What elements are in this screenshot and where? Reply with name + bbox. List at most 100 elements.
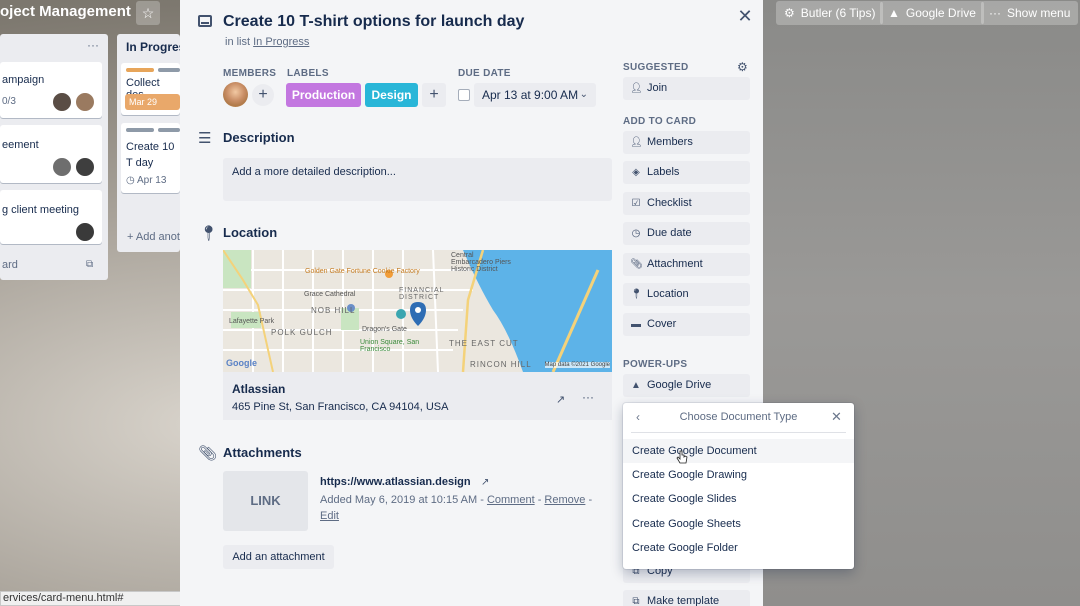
suggested-label: SUGGESTED <box>623 62 689 73</box>
map-label: THE EAST CUT <box>449 339 519 348</box>
add-attachment-button[interactable]: Add an attachment <box>223 545 334 569</box>
list-card[interactable]: Create 10 T day ◷ Apr 13 <box>121 123 180 193</box>
labels-button[interactable]: ◈ Labels <box>623 161 750 184</box>
add-member-button[interactable]: + <box>252 84 274 106</box>
popover-divider <box>631 432 846 433</box>
show-menu-button[interactable]: ··· Show menu <box>981 1 1079 25</box>
list-card-title: g client meeting <box>2 204 80 216</box>
location-pin-icon: 📍︎ <box>199 225 219 242</box>
google-drive-button[interactable]: ▲ Google Drive <box>623 374 750 397</box>
attachment-remove-link[interactable]: Remove <box>544 494 585 506</box>
avatar <box>75 222 95 242</box>
attachment-comment-link[interactable]: Comment <box>487 494 535 506</box>
attachment-url[interactable]: https://www.atlassian.design <box>320 476 471 488</box>
create-google-sheets-item[interactable]: Create Google Sheets <box>623 512 854 536</box>
more-icon: ··· <box>989 6 1001 20</box>
join-label: Join <box>647 82 668 94</box>
location-map[interactable]: Golden Gate Fortune Cookie Factory Grace… <box>223 250 612 372</box>
person-icon: 👤︎ <box>630 137 643 148</box>
make-template-button[interactable]: ⧉ Make template <box>623 590 750 606</box>
card-label <box>158 128 180 132</box>
paperclip-icon: 📎︎ <box>198 445 218 462</box>
join-button[interactable]: 👤︎ Join <box>623 77 750 100</box>
card-title[interactable]: Create 10 T-shirt options for launch day <box>223 13 524 31</box>
map-label: Grace Cathedral <box>304 291 356 298</box>
template-icon[interactable]: ⧉ <box>86 259 93 270</box>
google-logo: Google <box>226 358 257 368</box>
list-card[interactable]: ampaign 0/3 <box>0 62 102 118</box>
board-title[interactable]: oject Management <box>0 3 131 20</box>
list-card[interactable]: Collect des Mar 29 <box>121 63 180 115</box>
gear-icon[interactable]: ⚙ <box>737 60 748 74</box>
star-icon[interactable]: ☆ <box>136 1 160 25</box>
tag-icon: ◈ <box>632 167 640 178</box>
avatar <box>75 157 95 177</box>
checklist-badge: 0/3 <box>2 96 16 107</box>
location-name: Atlassian <box>232 382 286 396</box>
list-card-title: ampaign <box>2 74 45 86</box>
list-card[interactable]: eement <box>0 125 102 183</box>
popover-title: Choose Document Type <box>679 411 798 423</box>
create-google-drawing-item[interactable]: Create Google Drawing <box>623 463 854 487</box>
location-address: 465 Pine St, San Francisco, CA 94104, US… <box>232 401 449 413</box>
create-google-slides-item[interactable]: Create Google Slides <box>623 487 854 511</box>
attachments-title: Attachments <box>223 445 302 460</box>
google-drive-header-button[interactable]: ▲ Google Drive <box>880 1 984 25</box>
due-complete-checkbox[interactable] <box>458 89 470 101</box>
list-card-title: Create 10 T day <box>126 141 175 169</box>
more-icon[interactable]: ··· <box>582 390 594 404</box>
members-label: MEMBERS <box>223 68 277 79</box>
add-card-link[interactable]: + Add anot <box>127 231 180 243</box>
attachment-button[interactable]: 📎︎ Attachment <box>623 253 750 276</box>
map-label: POLK GULCH <box>271 328 333 337</box>
location-button-label: Location <box>647 288 689 300</box>
map-label: Golden Gate Fortune Cookie Factory <box>305 268 420 275</box>
attachment-thumbnail[interactable]: LINK <box>223 471 308 531</box>
map-label: NOB HILL <box>311 306 356 315</box>
list-card[interactable]: g client meeting <box>0 190 102 244</box>
make-template-label: Make template <box>647 595 720 606</box>
location-button[interactable]: 📍︎ Location <box>623 283 750 306</box>
due-date-button[interactable]: Apr 13 at 9:00 AM ⌄ <box>474 83 596 107</box>
add-to-card-label: ADD TO CARD <box>623 116 697 127</box>
labels-label: LABELS <box>287 68 329 79</box>
hand-cursor-icon <box>676 450 688 464</box>
add-label-button[interactable]: + <box>422 83 446 107</box>
google-drive-icon: ▲ <box>631 380 641 391</box>
butler-icon: ⚙ <box>784 6 795 20</box>
list-menu-icon[interactable]: ··· <box>87 38 99 52</box>
butler-button[interactable]: ⚙ Butler (6 Tips) <box>776 1 884 25</box>
in-list-prefix: in list <box>225 36 254 48</box>
map-label: Lafayette Park <box>229 318 275 325</box>
external-link-icon[interactable]: ↗ <box>556 393 565 406</box>
google-drive-label: Google Drive <box>647 379 712 391</box>
create-google-document-item[interactable]: Create Google Document <box>623 439 854 463</box>
chevron-down-icon: ⌄ <box>579 89 588 100</box>
due-badge: Mar 29 <box>125 94 180 110</box>
description-input[interactable]: Add a more detailed description... <box>223 158 612 201</box>
label-design[interactable]: Design <box>365 83 418 107</box>
due-date-badge: ◷ Apr 13 <box>126 175 166 186</box>
label-production[interactable]: Production <box>286 83 361 107</box>
external-link-icon[interactable]: ↗ <box>481 477 489 488</box>
cover-button-label: Cover <box>647 318 677 330</box>
due-date-label: DUE DATE <box>458 68 511 79</box>
cover-button[interactable]: ▬ Cover <box>623 313 750 336</box>
card-list-info: in list In Progress <box>225 36 309 48</box>
members-button[interactable]: 👤︎ Members <box>623 131 750 154</box>
create-google-folder-item[interactable]: Create Google Folder <box>623 536 854 560</box>
attachment-edit-link[interactable]: Edit <box>320 510 339 522</box>
card-label <box>126 128 154 132</box>
list-footer[interactable]: ard <box>2 259 18 271</box>
member-avatar[interactable] <box>223 82 248 107</box>
checklist-button[interactable]: ☑ Checklist <box>623 192 750 215</box>
due-date-text: Apr 13 <box>136 175 167 186</box>
due-date-sidebar-button[interactable]: ◷ Due date <box>623 222 750 245</box>
map-credit: Map data ©2021 Google <box>544 362 610 368</box>
close-icon[interactable]: ✕ <box>736 7 754 25</box>
attachment-meta: Added May 6, 2019 at 10:15 AM - Comment … <box>320 494 593 522</box>
map-label: Central Embarcadero Piers Historic Distr… <box>451 252 511 273</box>
close-icon[interactable]: ✕ <box>831 409 842 425</box>
list-link[interactable]: In Progress <box>253 36 309 48</box>
card-label <box>126 68 154 72</box>
